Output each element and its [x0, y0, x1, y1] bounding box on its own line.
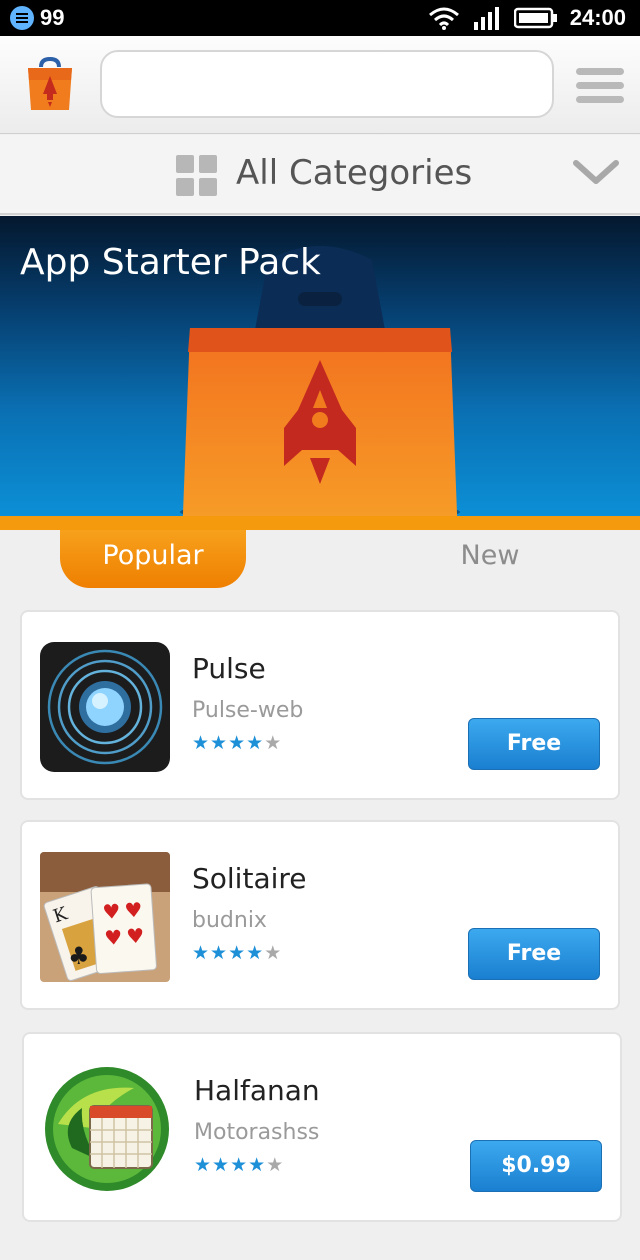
app-card-solitaire[interactable]: K ♥ ♥ ♥ ♥ ♣ Solitaire budnix ★★★★★ Free: [20, 820, 620, 1010]
battery-icon: [513, 7, 557, 29]
marketplace-logo[interactable]: [22, 56, 78, 112]
svg-text:♥: ♥: [124, 897, 144, 922]
rating-stars: ★★★★★: [194, 1154, 284, 1176]
star-icon: ★: [210, 732, 229, 754]
app-developer: Pulse-web: [192, 698, 304, 723]
rating-stars: ★★★★★: [192, 732, 282, 754]
signal-icon: [473, 7, 499, 30]
category-selector[interactable]: All Categories: [0, 135, 640, 215]
tab-popular[interactable]: Popular: [60, 530, 246, 588]
chevron-down-icon: [573, 160, 619, 184]
star-icon: ★: [266, 1154, 285, 1176]
menu-icon[interactable]: [576, 68, 624, 104]
star-icon: ★: [210, 942, 229, 964]
star-icon: ★: [194, 1154, 213, 1176]
buy-button[interactable]: $0.99: [470, 1140, 602, 1192]
star-icon: ★: [192, 942, 211, 964]
banner-title: App Starter Pack: [20, 242, 321, 283]
app-developer: Motorashss: [194, 1120, 320, 1145]
pulse-app-icon: [40, 642, 170, 772]
star-icon: ★: [230, 1154, 249, 1176]
svg-text:♣: ♣: [68, 942, 90, 970]
star-icon: ★: [246, 942, 265, 964]
install-button[interactable]: Free: [468, 718, 600, 770]
header-bar: [0, 36, 640, 134]
star-icon: ★: [228, 732, 247, 754]
notification-count: 99: [40, 5, 65, 30]
star-icon: ★: [192, 732, 211, 754]
svg-text:♥: ♥: [102, 899, 122, 924]
solitaire-app-icon: K ♥ ♥ ♥ ♥ ♣: [40, 852, 170, 982]
app-developer: budnix: [192, 908, 267, 933]
search-input[interactable]: [100, 50, 554, 118]
star-icon: ★: [264, 732, 283, 754]
app-card-halfanan[interactable]: Halfanan Motorashss ★★★★★ $0.99: [22, 1032, 622, 1222]
category-label: All Categories: [236, 153, 473, 193]
grid-icon: [176, 155, 218, 197]
app-name: Solitaire: [192, 862, 307, 895]
notification-icon: [10, 6, 34, 30]
svg-text:♥: ♥: [125, 923, 145, 948]
tab-new[interactable]: New: [420, 530, 560, 584]
tab-bar: Popular New: [0, 530, 640, 592]
clock: 24:00: [569, 5, 626, 30]
star-icon: ★: [248, 1154, 267, 1176]
status-bar: 99 24:00: [0, 0, 640, 36]
star-icon: ★: [264, 942, 283, 964]
rating-stars: ★★★★★: [192, 942, 282, 964]
tab-strip-divider: [0, 516, 640, 530]
halfanan-app-icon: [45, 1067, 169, 1191]
app-name: Pulse: [192, 652, 266, 685]
star-icon: ★: [212, 1154, 231, 1176]
svg-text:♥: ♥: [104, 925, 124, 950]
featured-banner[interactable]: App Starter Pack: [0, 216, 640, 516]
star-icon: ★: [228, 942, 247, 964]
install-button[interactable]: Free: [468, 928, 600, 980]
app-name: Halfanan: [194, 1074, 320, 1107]
wifi-icon: [428, 7, 459, 30]
app-card-pulse[interactable]: Pulse Pulse-web ★★★★★ Free: [20, 610, 620, 800]
star-icon: ★: [246, 732, 265, 754]
